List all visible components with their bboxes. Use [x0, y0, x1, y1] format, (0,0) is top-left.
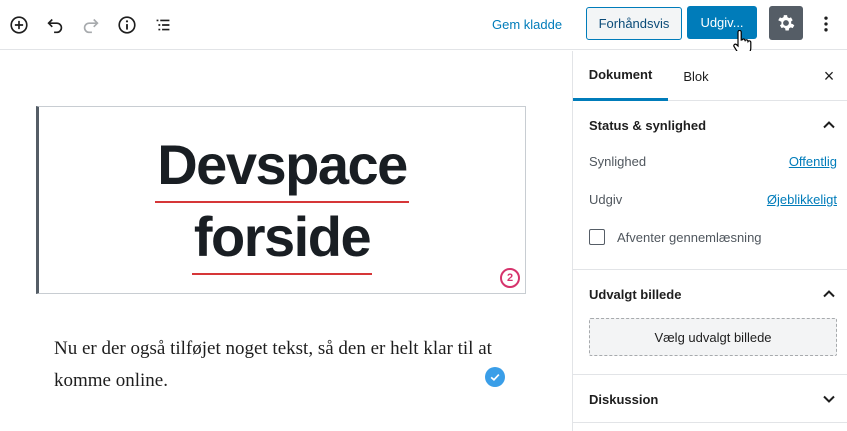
settings-button[interactable]: [769, 6, 803, 40]
top-toolbar: Gem kladde Forhåndsvis Udgiv...: [0, 0, 847, 56]
pending-review-row: Afventer gennemlæsning: [573, 225, 847, 259]
visibility-label: Synlighed: [589, 154, 647, 169]
settings-sidebar: Dokument Blok × Status & synlighed Synli…: [572, 51, 847, 431]
status-visibility-toggle[interactable]: Status & synlighed: [573, 101, 847, 149]
status-visibility-panel: Status & synlighed Synlighed Offentlig U…: [573, 101, 847, 270]
undo-icon[interactable]: [40, 10, 70, 40]
more-vertical-icon: [824, 16, 828, 32]
select-featured-image-button[interactable]: Vælg udvalgt billede: [589, 318, 837, 356]
featured-image-panel: Udvalgt billede Vælg udvalgt billede: [573, 270, 847, 375]
heading-line-2[interactable]: forside: [191, 205, 373, 275]
paragraph-block[interactable]: Nu er der også tilføjet noget tekst, så …: [54, 333, 514, 397]
featured-image-toggle[interactable]: Udvalgt billede: [573, 270, 847, 318]
publish-row: Udgiv Øjeblikkeligt: [573, 187, 847, 225]
check-badge-icon[interactable]: [485, 367, 505, 387]
heading-block[interactable]: Devspace forside 2: [36, 106, 526, 294]
publish-label: Udgiv: [589, 192, 623, 207]
heading-line-1[interactable]: Devspace: [155, 133, 409, 203]
publish-date-link[interactable]: Øjeblikkeligt: [767, 192, 837, 207]
more-menu-button[interactable]: [814, 9, 838, 39]
info-icon[interactable]: [112, 10, 142, 40]
panel-title: Udvalgt billede: [589, 286, 682, 302]
preview-button[interactable]: Forhåndsvis: [586, 7, 682, 40]
chevron-up-icon: [823, 121, 835, 129]
visibility-link[interactable]: Offentlig: [789, 154, 837, 169]
visibility-row: Synlighed Offentlig: [573, 149, 847, 187]
panel-title: Diskussion: [589, 391, 659, 407]
pending-review-checkbox[interactable]: [589, 229, 605, 245]
close-icon[interactable]: ×: [819, 66, 839, 86]
discussion-panel: Diskussion: [573, 375, 847, 423]
tab-block[interactable]: Blok: [671, 51, 721, 101]
sidebar-tabs: Dokument Blok ×: [573, 51, 847, 101]
panel-title: Status & synlighed: [589, 117, 707, 133]
tab-document[interactable]: Dokument: [573, 51, 668, 101]
gear-icon: [778, 15, 795, 31]
add-block-icon[interactable]: [4, 10, 34, 40]
pending-review-label[interactable]: Afventer gennemlæsning: [617, 230, 762, 245]
grammar-count-badge[interactable]: 2: [500, 268, 520, 288]
editor-canvas[interactable]: Devspace forside 2 Nu er der også tilføj…: [0, 51, 572, 431]
chevron-down-icon: [823, 395, 835, 403]
heading-line-1-wrap: Devspace: [39, 133, 525, 203]
chevron-up-icon: [823, 290, 835, 298]
outline-icon[interactable]: [148, 10, 178, 40]
discussion-toggle[interactable]: Diskussion: [573, 375, 847, 423]
heading-line-2-wrap: forside: [39, 205, 525, 275]
save-draft-button[interactable]: Gem kladde: [484, 8, 570, 40]
redo-icon[interactable]: [76, 10, 106, 40]
